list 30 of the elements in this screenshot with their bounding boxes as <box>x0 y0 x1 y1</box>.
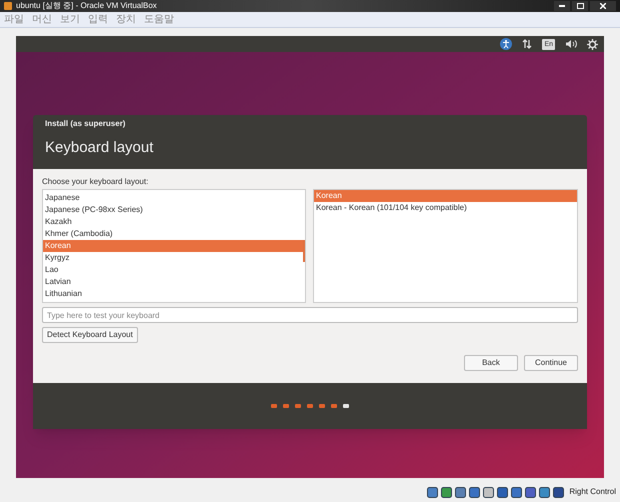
list-item[interactable]: Khmer (Cambodia) <box>43 228 305 240</box>
app-icon <box>4 2 12 10</box>
dialog-heading: Keyboard layout <box>45 138 154 155</box>
list-item[interactable]: Japanese <box>43 192 305 204</box>
detect-layout-button[interactable]: Detect Keyboard Layout <box>42 327 138 343</box>
maximize-button[interactable] <box>572 1 588 11</box>
nav-button[interactable]: Continue <box>524 355 578 371</box>
list-item[interactable]: Kyrgyz <box>43 252 305 264</box>
list-item[interactable]: Lao <box>43 264 305 276</box>
list-item[interactable]: Kazakh <box>43 216 305 228</box>
scroll-indicator <box>303 240 305 262</box>
test-input-field[interactable]: Type here to test your keyboard <box>42 307 578 323</box>
close-icon <box>600 3 606 9</box>
list-item[interactable]: Lithuanian <box>43 288 305 300</box>
prompt-label: Choose your keyboard layout: <box>42 177 150 187</box>
network-arrows-icon[interactable] <box>522 39 532 49</box>
window-title: ubuntu [실행 중] - Oracle VM VirtualBox <box>16 2 157 10</box>
dialog-caption: Install (as superuser) <box>45 118 126 130</box>
accessibility-icon[interactable] <box>500 38 512 50</box>
close-button[interactable] <box>590 1 616 11</box>
volume-icon[interactable] <box>565 39 577 49</box>
nav-button[interactable]: Back <box>464 355 518 371</box>
list-item[interactable]: Korean - Korean (101/104 key compatible) <box>314 202 577 214</box>
settings-icon[interactable] <box>587 38 598 50</box>
minimize-icon <box>559 5 565 7</box>
list-item[interactable]: Latvian <box>43 276 305 288</box>
maximize-icon <box>576 3 584 9</box>
minimize-button[interactable] <box>554 1 570 11</box>
list-item[interactable]: Japanese (PC-98xx Series) <box>43 204 305 216</box>
host-key-label: Right Control <box>569 486 616 498</box>
